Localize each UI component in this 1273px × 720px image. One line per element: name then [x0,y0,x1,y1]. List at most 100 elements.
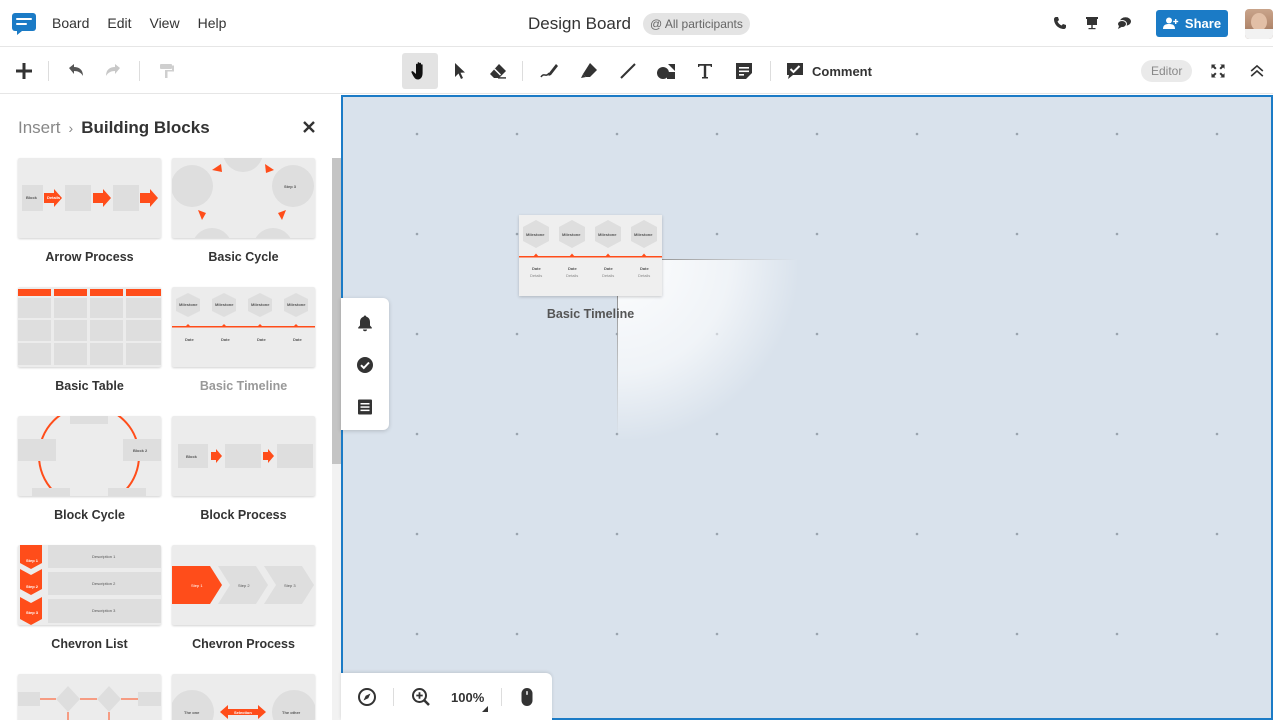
shapes-icon [657,64,675,79]
thumb-text: Details [602,273,615,278]
block-block-process[interactable]: Block [172,416,315,496]
thumb-text: Milestone [179,302,198,307]
grid-dot [815,232,819,236]
mouse-mode-button[interactable] [517,687,537,707]
menu-help[interactable]: Help [198,15,227,31]
menu-board[interactable]: Board [52,15,89,31]
user-avatar[interactable] [1245,9,1273,39]
thumb-text: Date [604,266,613,271]
grid-dot [1115,632,1119,636]
notifications-button[interactable] [356,314,374,332]
format-painter-icon [160,64,174,78]
thumb-text: Date [568,266,577,271]
thumb-text: Details [530,273,543,278]
thumb-text: The other [282,710,301,715]
fullscreen-button[interactable] [1200,53,1236,89]
thumb-text: Date [257,337,266,342]
comment-label[interactable]: Comment [812,64,872,79]
zoom-dropdown-icon[interactable] [482,706,488,712]
pen-tool[interactable] [531,53,567,89]
close-panel-button[interactable] [300,118,318,136]
redo-icon [106,64,120,76]
menu-edit[interactable]: Edit [107,15,131,31]
participants-badge[interactable]: @ All participants [643,13,750,35]
chat-icon[interactable] [1115,14,1133,32]
grid-dot [515,332,519,336]
thumb-text: Details [638,273,651,278]
grid-dot [915,432,919,436]
block-decision-flow[interactable] [18,674,161,720]
block-label: Block Cycle [54,508,125,522]
undo-button[interactable] [57,53,93,89]
zoom-in-button[interactable] [411,687,431,707]
block-basic-cycle[interactable]: Step 3 [172,158,315,238]
tasks-button[interactable] [356,356,374,374]
grid-dot [1115,332,1119,336]
board-canvas[interactable]: Milestone Milestone Milestone Milestone … [341,95,1273,720]
format-painter-button[interactable] [149,53,185,89]
zoom-controls: 100% [341,673,552,720]
block-basic-timeline[interactable]: Milestone Milestone Milestone Milestone … [172,287,315,367]
thumb-text: Date [532,266,541,271]
shapes-tool[interactable] [648,53,684,89]
share-button[interactable]: Share [1156,10,1228,37]
scrollbar-thumb[interactable] [332,158,341,464]
app-logo-icon[interactable] [12,13,36,35]
thumb-text: Step 1 [26,558,39,563]
block-label: Block Process [200,508,287,522]
highlighter-tool[interactable] [571,53,607,89]
top-actions [1051,14,1133,32]
block-comparison[interactable]: The one The other Selection [172,674,315,720]
breadcrumb-insert[interactable]: Insert [18,118,61,137]
check-circle-icon [357,357,373,373]
menu-view[interactable]: View [149,15,179,31]
thumb-text: Step 3 [284,184,297,189]
add-button[interactable] [6,53,42,89]
editor-mode-badge[interactable]: Editor [1141,60,1193,82]
pen-icon [540,64,558,78]
eraser-tool[interactable] [480,53,516,89]
block-arrow-process[interactable]: Block Details [18,158,161,238]
phone-icon[interactable] [1051,14,1069,32]
text-tool[interactable] [687,53,723,89]
board-title[interactable]: Design Board [528,14,631,34]
comment-tool[interactable] [777,53,813,89]
block-chevron-process[interactable]: Step 1 Step 2 Step 3 [172,545,315,625]
block-label: Chevron List [51,637,128,651]
grid-dot [415,132,419,136]
thumb-text: Date [221,337,230,342]
collapse-toolbar-button[interactable] [1239,53,1273,89]
grid-dot [515,232,519,236]
breadcrumb-building-blocks: Building Blocks [81,118,210,137]
grid-dot [1215,632,1219,636]
chevron-list-thumbnail [20,545,161,625]
side-actions-panel [341,298,389,430]
block-chevron-list[interactable]: Step 1 Step 2 Step 3 Description 1 Descr… [18,545,161,625]
block-block-cycle[interactable]: Block 2 [18,416,161,496]
collapse-icon [1250,64,1264,77]
arrow-process-thumbnail [22,185,158,211]
sticky-note-tool[interactable] [726,53,762,89]
drawing-toolbar: Comment Editor [0,47,1273,94]
placed-basic-timeline-block[interactable]: Milestone Milestone Milestone Milestone … [519,215,662,296]
grid-dot [915,532,919,536]
hand-tool[interactable] [402,53,438,89]
grid-dot [715,632,719,636]
thumb-text: Details [566,273,579,278]
presentation-icon[interactable] [1083,14,1101,32]
zoom-level[interactable]: 100% [451,690,484,705]
pointer-tool[interactable] [441,53,477,89]
text-icon [698,64,712,79]
toolbar-divider [522,61,523,81]
notes-list-button[interactable] [356,398,374,416]
line-tool[interactable] [610,53,646,89]
block-basic-table[interactable] [18,287,161,367]
grid-dot [1115,432,1119,436]
basic-cycle-thumbnail [172,158,314,238]
navigator-button[interactable] [357,687,377,707]
grid-dot [915,232,919,236]
pointer-icon [455,63,465,79]
redo-button[interactable] [96,53,132,89]
decision-flow-thumbnail [18,686,161,720]
block-label: Chevron Process [192,637,295,651]
